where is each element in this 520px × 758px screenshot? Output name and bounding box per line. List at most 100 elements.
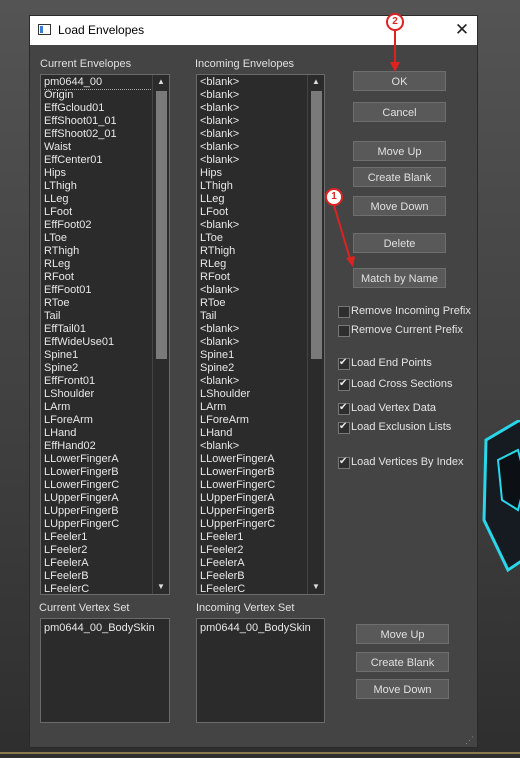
list-item[interactable]: RThigh	[43, 245, 152, 258]
list-item[interactable]: LFeeler1	[199, 531, 307, 544]
list-item[interactable]: EffWideUse01	[43, 336, 152, 349]
scroll-up-arrow-icon[interactable]: ▲	[308, 75, 324, 89]
list-item[interactable]: Spine1	[199, 349, 307, 362]
list-item[interactable]: LArm	[199, 401, 307, 414]
list-item[interactable]: <blank>	[199, 141, 307, 154]
list-item[interactable]: <blank>	[199, 102, 307, 115]
list-item[interactable]: Tail	[43, 310, 152, 323]
list-item[interactable]: LLowerFingerC	[43, 479, 152, 492]
list-item[interactable]: LFeeler2	[43, 544, 152, 557]
list-item[interactable]: pm0644_00_BodySkin	[199, 622, 322, 635]
list-item[interactable]: LUpperFingerB	[43, 505, 152, 518]
list-item[interactable]: pm0644_00	[43, 76, 152, 90]
vertex-set-move-down-button[interactable]: Move Down	[356, 679, 449, 699]
list-item[interactable]: LFoot	[43, 206, 152, 219]
list-item[interactable]: <blank>	[199, 128, 307, 141]
list-item[interactable]: EffGcloud01	[43, 102, 152, 115]
current-envelopes-scrollbar[interactable]: ▲ ▼	[152, 75, 169, 594]
list-item[interactable]: Spine2	[199, 362, 307, 375]
list-item[interactable]: LHand	[43, 427, 152, 440]
list-item[interactable]: LFeeler1	[43, 531, 152, 544]
match-by-name-button[interactable]: Match by Name	[353, 268, 446, 288]
list-item[interactable]: LToe	[199, 232, 307, 245]
list-item[interactable]: LUpperFingerC	[199, 518, 307, 531]
list-item[interactable]: RFoot	[43, 271, 152, 284]
list-item[interactable]: RLeg	[199, 258, 307, 271]
list-item[interactable]: Spine2	[43, 362, 152, 375]
delete-button[interactable]: Delete	[353, 233, 446, 253]
list-item[interactable]: LThigh	[199, 180, 307, 193]
create-blank-button[interactable]: Create Blank	[353, 167, 446, 187]
list-item[interactable]: <blank>	[199, 284, 307, 297]
current-envelopes-list[interactable]: pm0644_00 Origin EffGcloud01 EffShoot01_01 E…	[40, 74, 170, 595]
list-item[interactable]: EffShoot02_01	[43, 128, 152, 141]
list-item[interactable]: LFeelerB	[199, 570, 307, 583]
incoming-envelopes-scrollbar[interactable]: ▲ ▼	[307, 75, 324, 594]
list-item[interactable]: Hips	[43, 167, 152, 180]
list-item[interactable]: Waist	[43, 141, 152, 154]
list-item[interactable]: <blank>	[199, 115, 307, 128]
list-item[interactable]: RFoot	[199, 271, 307, 284]
list-item[interactable]: LUpperFingerC	[43, 518, 152, 531]
list-item[interactable]: LForeArm	[43, 414, 152, 427]
incoming-envelopes-list[interactable]: <blank> <blank> <blank> <blank> <blank> <blan…	[196, 74, 325, 595]
list-item[interactable]: LLeg	[199, 193, 307, 206]
list-item[interactable]: pm0644_00_BodySkin	[43, 622, 167, 635]
list-item[interactable]: LFeelerA	[43, 557, 152, 570]
list-item[interactable]: Tail	[199, 310, 307, 323]
resize-grip-icon[interactable]: ⋰	[465, 735, 475, 745]
list-item[interactable]: LThigh	[43, 180, 152, 193]
list-item[interactable]: LShoulder	[43, 388, 152, 401]
move-up-button[interactable]: Move Up	[353, 141, 446, 161]
list-item[interactable]: LHand	[199, 427, 307, 440]
list-item[interactable]: LLowerFingerB	[199, 466, 307, 479]
list-item[interactable]: EffCenter01	[43, 154, 152, 167]
list-item[interactable]: Origin	[43, 89, 152, 102]
scroll-thumb[interactable]	[156, 91, 167, 359]
list-item[interactable]: <blank>	[199, 336, 307, 349]
list-item[interactable]: LFeeler2	[199, 544, 307, 557]
list-item[interactable]: LFeelerC	[43, 583, 152, 594]
vertex-set-move-up-button[interactable]: Move Up	[356, 624, 449, 644]
list-item[interactable]: <blank>	[199, 76, 307, 89]
list-item[interactable]: RToe	[43, 297, 152, 310]
incoming-vertex-set-list[interactable]: pm0644_00_BodySkin	[196, 618, 325, 723]
cancel-button[interactable]: Cancel	[353, 102, 446, 122]
list-item[interactable]: LToe	[43, 232, 152, 245]
list-item[interactable]: LLowerFingerB	[43, 466, 152, 479]
current-vertex-set-list[interactable]: pm0644_00_BodySkin	[40, 618, 170, 723]
list-item[interactable]: <blank>	[199, 323, 307, 336]
move-down-button[interactable]: Move Down	[353, 196, 446, 216]
vertex-set-create-blank-button[interactable]: Create Blank	[356, 652, 449, 672]
list-item[interactable]: EffFront01	[43, 375, 152, 388]
list-item[interactable]: LForeArm	[199, 414, 307, 427]
list-item[interactable]: LUpperFingerA	[43, 492, 152, 505]
list-item[interactable]: Hips	[199, 167, 307, 180]
list-item[interactable]: EffFoot02	[43, 219, 152, 232]
list-item[interactable]: LArm	[43, 401, 152, 414]
list-item[interactable]: LLeg	[43, 193, 152, 206]
list-item[interactable]: RLeg	[43, 258, 152, 271]
list-item[interactable]: RToe	[199, 297, 307, 310]
scroll-down-arrow-icon[interactable]: ▼	[153, 580, 169, 594]
list-item[interactable]: LFeelerC	[199, 583, 307, 594]
ok-button[interactable]: OK	[353, 71, 446, 91]
list-item[interactable]: LShoulder	[199, 388, 307, 401]
list-item[interactable]: <blank>	[199, 375, 307, 388]
list-item[interactable]: <blank>	[199, 89, 307, 102]
list-item[interactable]: EffTail01	[43, 323, 152, 336]
list-item[interactable]: LFeelerA	[199, 557, 307, 570]
scroll-up-arrow-icon[interactable]: ▲	[153, 75, 169, 89]
list-item[interactable]: <blank>	[199, 219, 307, 232]
list-item[interactable]: EffFoot01	[43, 284, 152, 297]
list-item[interactable]: LLowerFingerA	[43, 453, 152, 466]
list-item[interactable]: <blank>	[199, 440, 307, 453]
list-item[interactable]: LUpperFingerB	[199, 505, 307, 518]
list-item[interactable]: LUpperFingerA	[199, 492, 307, 505]
scroll-thumb[interactable]	[311, 91, 322, 359]
list-item[interactable]: LLowerFingerA	[199, 453, 307, 466]
list-item[interactable]: LLowerFingerC	[199, 479, 307, 492]
list-item[interactable]: EffShoot01_01	[43, 115, 152, 128]
close-icon[interactable]: ✕	[451, 20, 473, 40]
list-item[interactable]: <blank>	[199, 154, 307, 167]
